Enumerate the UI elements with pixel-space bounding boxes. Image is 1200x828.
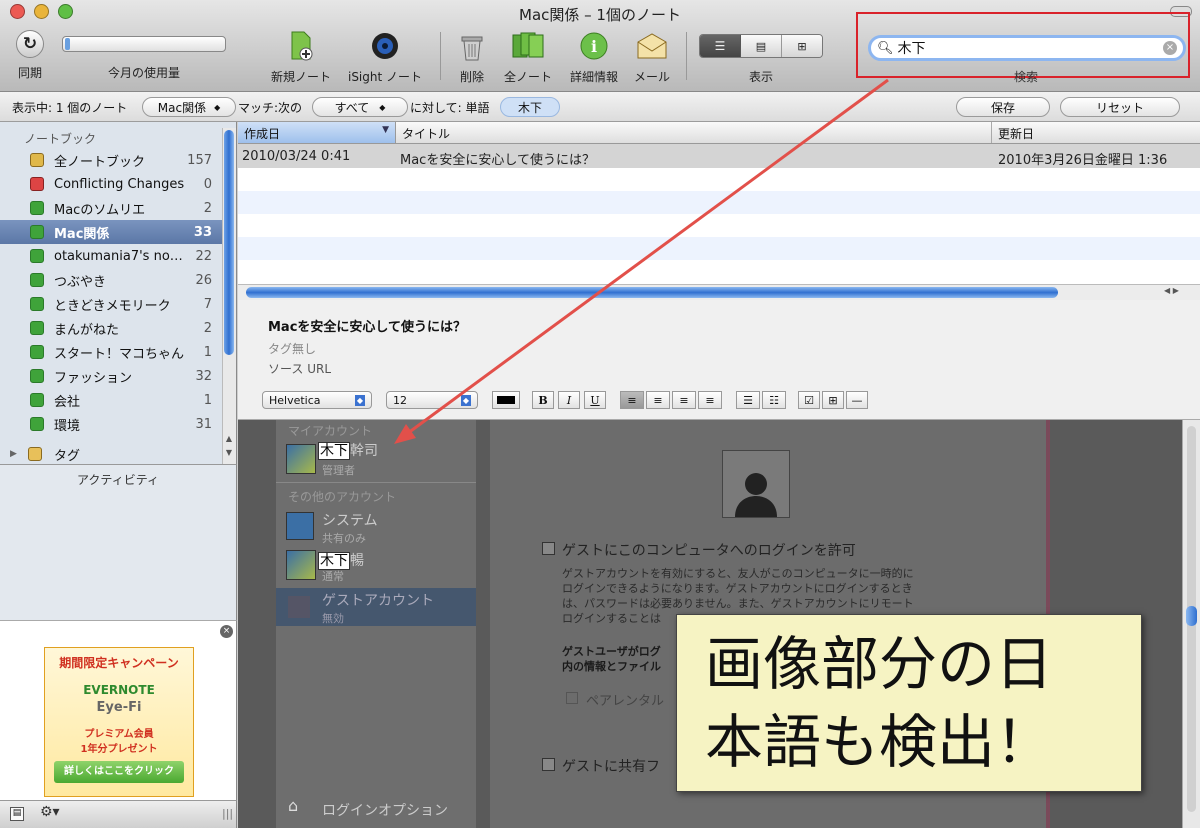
annotation-callout: 画像部分の日 本語も検出！ [676, 614, 1142, 792]
